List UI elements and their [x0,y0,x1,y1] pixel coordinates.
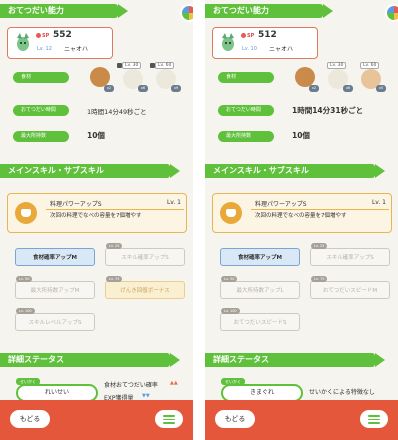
pokemon-level: Lv. 12 [37,46,52,52]
ingredient-3-lv: Lv. 60 [360,62,380,69]
ingredient-2-count: x6 [138,85,148,92]
pokemon-name: ニャオハ [269,46,294,53]
pot-icon [220,202,242,224]
panel-gap [193,0,205,440]
ingredient-3-count: x9 [171,85,181,92]
back-button[interactable]: もどる [10,410,50,428]
pokemon-name: ニャオハ [64,46,89,53]
header-ability: おてつだい能力 [0,4,118,18]
subskill-2-button[interactable]: スキル確率アップS [310,248,390,266]
divider [251,209,389,210]
subskill-5-button[interactable]: おてつだいスピードS [220,313,300,331]
menu-icon-line [163,418,175,420]
main-skill-card[interactable]: 料理パワーアップS Lv. 1 次回の料理でなべの容量を7個増やす [212,193,392,233]
divider [46,209,184,210]
header-skill: メインスキル・サブスキル [205,164,375,178]
subskill-3-lv: Lv. 50 [221,276,238,282]
menu-icon [368,415,380,417]
subskill-3-lv: Lv. 50 [16,276,33,282]
lock-icon [117,63,122,68]
skill-name: 料理パワーアップS [255,201,307,208]
ingredient-1-icon [295,67,315,87]
subskill-1-button[interactable]: 食材確率アップM [15,248,95,266]
nature-tag: せいかく [221,378,245,385]
ingredient-1-icon [90,67,110,87]
help-time-value: 1時間14分49秒ごと [87,108,147,116]
menu-button[interactable] [155,410,183,428]
subskill-4-button[interactable]: げんき回復ボーナス [105,281,185,299]
header-ability: おてつだい能力 [205,4,323,18]
pokemon-sprite-icon [17,33,29,51]
sp-label: SP [42,33,50,39]
subskill-3-button[interactable]: 最大所持数アップM [15,281,95,299]
right-panel: おてつだい能力 SP 512 Lv. 10 ニャオハ 食材 x2 Lv. 30 … [205,0,398,440]
help-time-value: 1時間14分31秒ごと [292,106,364,115]
left-panel: おてつだい能力 SP 552 Lv. 12 ニャオハ 食材 x2 Lv. 30 … [0,0,193,440]
ingredient-1-count: x2 [309,85,319,92]
pot-icon [15,202,37,224]
skill-name: 料理パワーアップS [50,201,102,208]
ingredient-3-lv: Lv. 60 [155,62,175,69]
subskill-5-lv: Lv. 100 [221,308,240,314]
arrow-up-icon: ▲▲ [170,380,178,386]
ingredient-3-count: x5 [376,85,386,92]
pokemon-card: SP 512 Lv. 10 ニャオハ [212,27,318,59]
ingredient-2-count: x6 [343,85,353,92]
subskill-2-lv: Lv. 25 [106,243,123,249]
subskill-4-button[interactable]: おてつだいスピードM [310,281,390,299]
color-wheel-icon[interactable] [385,4,398,22]
main-skill-card[interactable]: 料理パワーアップS Lv. 1 次回の料理でなべの容量を7個増やす [7,193,187,233]
skill-description: 次回の料理でなべの容量を7個増やす [50,213,142,219]
subskill-4-lv: Lv. 75 [311,276,328,282]
header-skill: メインスキル・サブスキル [0,164,170,178]
skill-level: Lv. 1 [166,199,181,206]
menu-button[interactable] [360,410,388,428]
back-button[interactable]: もどる [215,410,255,428]
pokemon-level: Lv. 10 [242,46,257,52]
subskill-5-button[interactable]: スキルレベルアップS [15,313,95,331]
sp-value: 512 [258,30,277,40]
header-detail: 詳細ステータス [0,353,170,367]
help-time-label: おてつだい時間 [218,105,274,116]
menu-icon-line [368,422,380,424]
ingredient-1-count: x2 [104,85,114,92]
max-carry-value: 10個 [87,131,105,140]
subskill-1-button[interactable]: 食材確率アップM [220,248,300,266]
ingredient-2-lv: Lv. 30 [122,62,142,69]
sp-label: SP [247,33,255,39]
header-detail: 詳細ステータス [205,353,375,367]
color-wheel-icon[interactable] [180,4,193,22]
subskill-4-lv: Lv. 75 [106,276,123,282]
subskill-2-button[interactable]: スキル確率アップS [105,248,185,266]
menu-icon-line [368,418,380,420]
subskill-2-lv: Lv. 25 [311,243,328,249]
help-time-label: おてつだい時間 [13,105,69,116]
skill-description: 次回の料理でなべの容量を7個増やす [255,213,347,219]
ingredient-label: 食材 [218,72,274,83]
arrow-down-icon: ▼▼ [142,393,150,399]
sp-icon [241,33,246,38]
lock-icon [150,63,155,68]
sp-icon [36,33,41,38]
max-carry-label: 最大所持数 [218,131,274,142]
nature-none-text: せいかくによる特徴なし [309,389,375,396]
nature-up-text: 食材おてつだい確率 [104,382,158,389]
menu-icon-line [163,422,175,424]
menu-icon [163,415,175,417]
nature-tag: せいかく [16,378,40,385]
subskill-3-button[interactable]: 最大所持数アップL [220,281,300,299]
skill-level: Lv. 1 [371,199,386,206]
pokemon-card: SP 552 Lv. 12 ニャオハ [7,27,113,59]
ingredient-2-lv: Lv. 30 [327,62,347,69]
max-carry-label: 最大所持数 [13,131,69,142]
max-carry-value: 10個 [292,131,310,140]
ingredient-label: 食材 [13,72,69,83]
subskill-5-lv: Lv. 100 [16,308,35,314]
pokemon-sprite-icon [222,33,234,51]
sp-value: 552 [53,30,72,40]
